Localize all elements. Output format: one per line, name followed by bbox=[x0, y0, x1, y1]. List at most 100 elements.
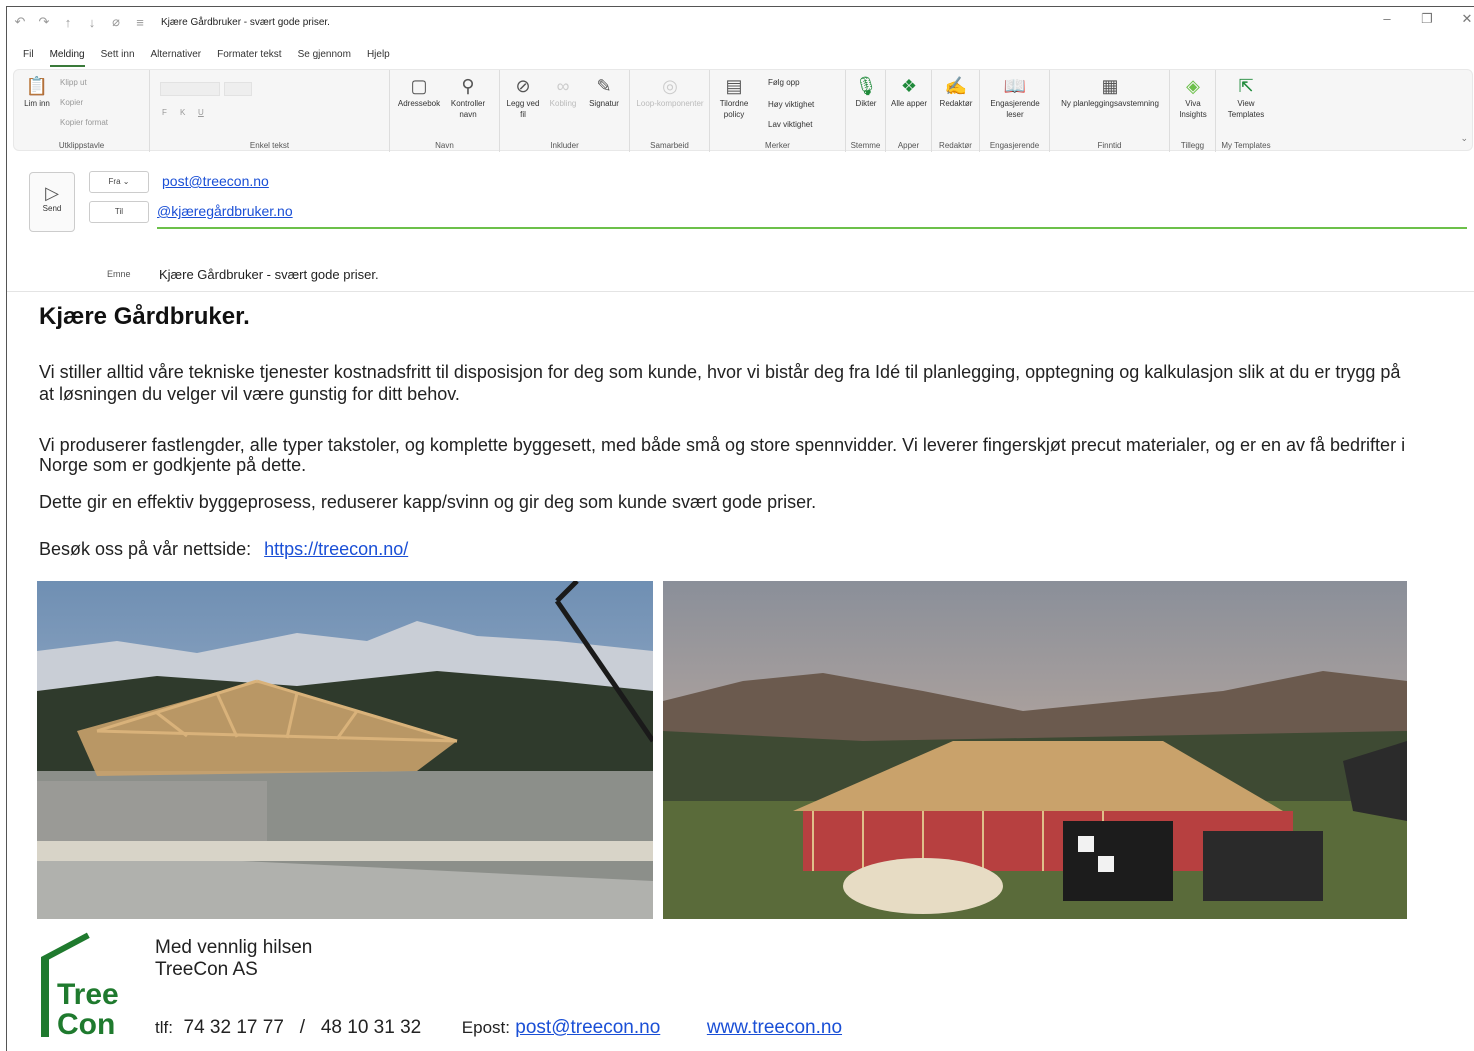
construction-photo-building bbox=[663, 581, 1407, 919]
to-button[interactable]: Til bbox=[89, 201, 149, 223]
paste-button[interactable]: 📋 Lim inn bbox=[22, 76, 52, 109]
address-book-button[interactable]: ▢ Adressebok bbox=[394, 76, 444, 109]
voice-group: 🎙 Dikter Stemme bbox=[846, 70, 886, 152]
customize-icon[interactable]: ≡ bbox=[133, 15, 147, 30]
tab-se-gjennom[interactable]: Se gjennom bbox=[298, 49, 351, 67]
signature-block: Med vennlig hilsen TreeCon AS bbox=[155, 937, 312, 981]
high-importance-button[interactable]: Høy viktighet bbox=[768, 100, 814, 109]
calendar-poll-icon: ▦ bbox=[1101, 76, 1119, 96]
tab-alternativer[interactable]: Alternativer bbox=[151, 49, 202, 67]
tab-fil[interactable]: Fil bbox=[23, 49, 34, 67]
apps-icon: ❖ bbox=[900, 76, 918, 96]
follow-up-button[interactable]: Følg opp bbox=[768, 78, 800, 87]
minimize-icon[interactable]: – bbox=[1380, 11, 1394, 27]
subject-label: Emne bbox=[107, 269, 131, 279]
ribbon-tabs: Fil Melding Sett inn Alternativer Format… bbox=[7, 49, 406, 67]
body-greeting: Kjære Gårdbruker. bbox=[39, 303, 250, 330]
tab-formater-tekst[interactable]: Formater tekst bbox=[217, 49, 281, 67]
font-name-select[interactable] bbox=[160, 82, 220, 96]
send-icon: ▷ bbox=[45, 183, 59, 203]
loop-components-button[interactable]: ◎ Loop-komponenter bbox=[634, 76, 706, 109]
phone-2: 48 10 31 32 bbox=[320, 1017, 422, 1038]
title-bar: ↶ ↷ ↑ ↓ ⌀ ≡ Kjære Gårdbruker - svært god… bbox=[7, 7, 1474, 37]
policy-icon: ▤ bbox=[725, 76, 743, 96]
viva-insights-button[interactable]: ◈ Viva Insights bbox=[1174, 76, 1212, 120]
loop-icon: ◎ bbox=[662, 76, 678, 96]
immersive-group: 📖 Engasjerende leser Engasjerende bbox=[980, 70, 1050, 152]
ribbon: 📋 Lim inn Klipp ut Kopier Kopier format … bbox=[13, 69, 1473, 152]
findtime-group: ▦ Ny planleggingsavstemning Finntid bbox=[1050, 70, 1170, 152]
low-importance-button[interactable]: Lav viktighet bbox=[768, 120, 812, 129]
redo-icon[interactable]: ↷ bbox=[37, 14, 51, 30]
attach-file-button[interactable]: ⊘ Legg ved fil bbox=[504, 76, 542, 120]
check-names-icon: ⚲ bbox=[461, 76, 475, 96]
bold-button[interactable]: F bbox=[162, 108, 167, 117]
templates-icon: ⇱ bbox=[1238, 76, 1254, 96]
font-size-select[interactable] bbox=[224, 82, 252, 96]
signature-greeting: Med vennlig hilsen bbox=[155, 937, 313, 958]
from-button[interactable]: Fra ⌄ bbox=[89, 171, 149, 193]
editor-icon: ✍ bbox=[944, 76, 968, 96]
body-paragraph-1: Vi stiller alltid våre tekniske tjeneste… bbox=[39, 362, 1401, 404]
signature-icon: ✎ bbox=[596, 76, 612, 96]
body-paragraph-2: Vi produserer fastlengder, alle typer ta… bbox=[39, 435, 1406, 475]
names-group: ▢ Adressebok ⚲ Kontroller navn Navn bbox=[390, 70, 500, 152]
tab-sett-inn[interactable]: Sett inn bbox=[101, 49, 135, 67]
copy-button[interactable]: Kopier bbox=[60, 98, 83, 107]
from-address[interactable]: post@treecon.no bbox=[162, 173, 269, 189]
tab-hjelp[interactable]: Hjelp bbox=[367, 49, 390, 67]
view-templates-button[interactable]: ⇱ View Templates bbox=[1220, 76, 1272, 120]
phone-1: 74 32 17 77 bbox=[183, 1017, 284, 1038]
signature-company: TreeCon AS bbox=[155, 959, 258, 980]
website-link[interactable]: https://treecon.no/ bbox=[264, 539, 408, 559]
close-icon[interactable]: ✕ bbox=[1460, 11, 1474, 27]
ribbon-expand-icon[interactable]: ⌄ bbox=[1460, 133, 1468, 144]
immersive-reader-button[interactable]: 📖 Engasjerende leser bbox=[984, 76, 1046, 120]
header-divider bbox=[7, 291, 1474, 292]
assign-policy-button[interactable]: ▤ Tilordne policy bbox=[714, 76, 754, 120]
check-names-button[interactable]: ⚲ Kontroller navn bbox=[446, 76, 490, 120]
include-group: ⊘ Legg ved fil ∞ Kobling ✎ Signatur Inkl… bbox=[500, 70, 630, 152]
apps-group: ❖ Alle apper Apper bbox=[886, 70, 932, 152]
arrow-up-icon[interactable]: ↑ bbox=[61, 15, 75, 30]
send-button[interactable]: ▷ Send bbox=[29, 172, 75, 232]
underline-button[interactable]: U bbox=[198, 108, 204, 117]
dictate-button[interactable]: 🎙 Dikter bbox=[848, 76, 884, 109]
signature-button[interactable]: ✎ Signatur bbox=[584, 76, 624, 109]
address-book-icon: ▢ bbox=[410, 76, 428, 96]
arrow-down-icon[interactable]: ↓ bbox=[85, 15, 99, 30]
body-paragraph-3: Dette gir en effektiv byggeprosess, redu… bbox=[39, 492, 817, 512]
to-field-focus-line bbox=[157, 227, 1467, 229]
microphone-icon: 🎙 bbox=[854, 76, 878, 96]
clipboard-icon: 📋 bbox=[25, 76, 49, 96]
editor-button[interactable]: ✍ Redaktør bbox=[934, 76, 978, 109]
website-line: Besøk oss på vår nettside: https://treec… bbox=[39, 539, 409, 559]
outlook-compose-window: ↶ ↷ ↑ ↓ ⌀ ≡ Kjære Gårdbruker - svært god… bbox=[6, 6, 1474, 1051]
italic-button[interactable]: K bbox=[180, 108, 185, 117]
basic-text-group: F K U Enkel tekst bbox=[150, 70, 390, 152]
paperclip-icon[interactable]: ⌀ bbox=[109, 14, 123, 30]
link-button[interactable]: ∞ Kobling bbox=[546, 76, 580, 109]
new-poll-button[interactable]: ▦ Ny planleggingsavstemning bbox=[1054, 76, 1166, 109]
quick-access-toolbar: ↶ ↷ ↑ ↓ ⌀ ≡ bbox=[7, 14, 147, 30]
viva-icon: ◈ bbox=[1186, 76, 1200, 96]
paperclip-icon: ⊘ bbox=[515, 76, 531, 96]
signature-email-link[interactable]: post@treecon.no bbox=[515, 1017, 660, 1038]
format-painter-button[interactable]: Kopier format bbox=[60, 118, 108, 127]
templates-group: ⇱ View Templates My Templates bbox=[1220, 76, 1272, 150]
construction-photo-trusses bbox=[37, 581, 653, 919]
subject-field[interactable]: Kjære Gårdbruker - svært gode priser. bbox=[159, 267, 379, 282]
cut-button[interactable]: Klipp ut bbox=[60, 78, 87, 87]
undo-icon[interactable]: ↶ bbox=[13, 14, 27, 30]
link-icon: ∞ bbox=[556, 76, 570, 96]
window-controls: – ❐ ✕ bbox=[1380, 11, 1474, 27]
editor-group: ✍ Redaktør Redaktør bbox=[932, 70, 980, 152]
signature-website-link[interactable]: www.treecon.no bbox=[707, 1017, 842, 1038]
restore-icon[interactable]: ❐ bbox=[1420, 11, 1434, 27]
all-apps-button[interactable]: ❖ Alle apper bbox=[890, 76, 928, 109]
to-address[interactable]: @kjæregårdbruker.no bbox=[157, 203, 293, 219]
tags-group: ▤ Tilordne policy Følg opp Høy viktighet… bbox=[710, 70, 846, 152]
addins-group: ◈ Viva Insights Tillegg bbox=[1170, 70, 1216, 152]
tab-melding[interactable]: Melding bbox=[49, 49, 85, 67]
signature-contact-line: tlf: 74 32 17 77 / 48 10 31 32 Epost: po… bbox=[155, 1017, 843, 1038]
